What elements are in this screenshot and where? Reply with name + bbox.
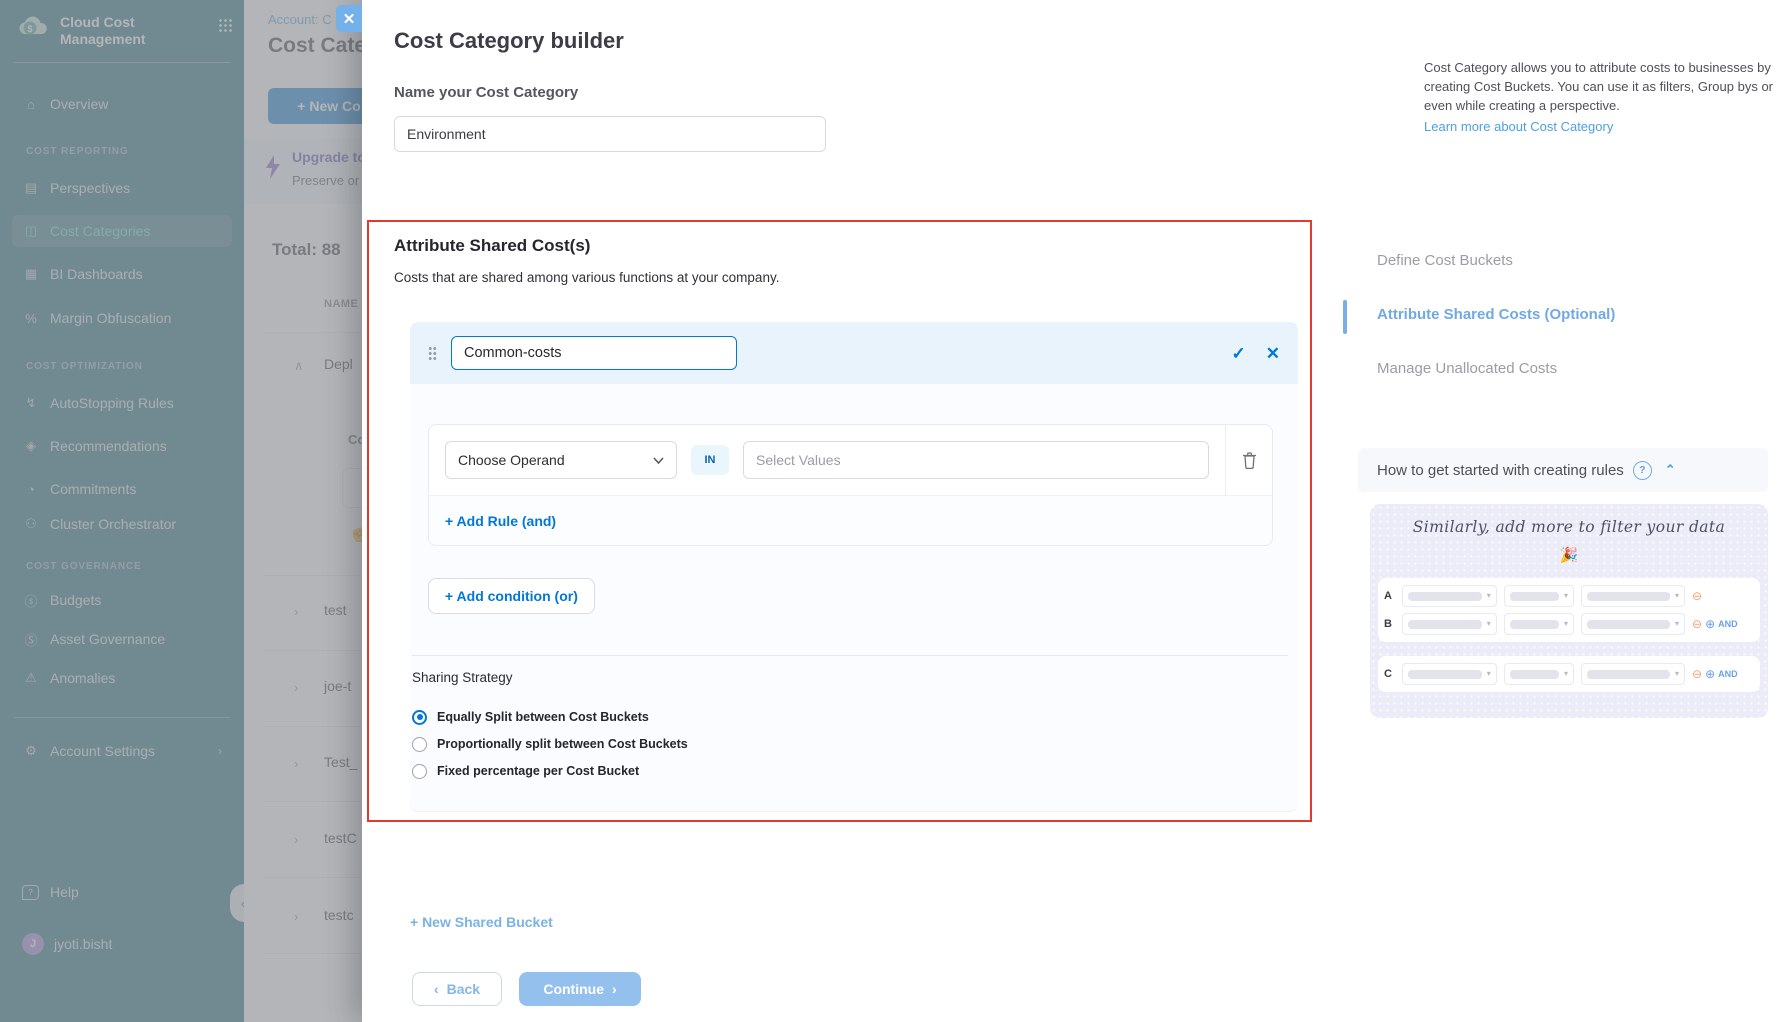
page-title: Cost Category builder — [394, 28, 624, 54]
chevron-right-icon: › — [612, 981, 617, 997]
caret-down-icon: ▾ — [1675, 620, 1679, 628]
divider — [412, 655, 1288, 656]
operand-select[interactable]: Choose Operand — [445, 441, 677, 479]
placeholder-select: ▾ — [1504, 663, 1574, 685]
minus-circle-icon: ⊖ — [1692, 618, 1702, 630]
how-to-header[interactable]: How to get started with creating rules ?… — [1358, 448, 1768, 492]
plus-circle-icon: ⊕ — [1705, 668, 1715, 680]
shared-costs-description: Costs that are shared among various func… — [394, 270, 779, 285]
placeholder-select: ▾ — [1581, 663, 1685, 685]
step-attribute-shared-costs[interactable]: Attribute Shared Costs (Optional) — [1377, 306, 1615, 323]
bucket-name-input[interactable] — [451, 336, 737, 370]
radio-icon[interactable] — [412, 737, 427, 752]
add-rule-button[interactable]: + Add Rule (and) — [445, 513, 556, 529]
illustration-row: A ▾ ▾ ▾ ⊖ — [1384, 582, 1754, 610]
active-step-indicator — [1343, 300, 1347, 334]
shared-costs-heading: Attribute Shared Cost(s) — [394, 236, 590, 256]
strategy-option-equal[interactable]: Equally Split between Cost Buckets — [412, 706, 649, 728]
and-label: AND — [1718, 619, 1738, 629]
minus-circle-icon: ⊖ — [1692, 668, 1702, 680]
add-condition-button[interactable]: + Add condition (or) — [428, 578, 595, 614]
chevron-down-icon — [653, 457, 664, 464]
operator-badge[interactable]: IN — [691, 445, 729, 475]
placeholder-select: ▾ — [1504, 585, 1574, 607]
placeholder-select: ▾ — [1402, 585, 1497, 607]
name-label: Name your Cost Category — [394, 84, 578, 101]
learn-more-link[interactable]: Learn more about Cost Category — [1424, 117, 1613, 136]
delete-rule-button[interactable] — [1225, 425, 1272, 495]
illustration-caption: Similarly, add more to filter your data — [1370, 518, 1768, 536]
caret-down-icon: ▾ — [1564, 620, 1568, 628]
bucket-body: Choose Operand IN Select Values + Add Ru… — [410, 384, 1298, 812]
placeholder-select: ▾ — [1402, 613, 1497, 635]
strategy-option-fixed[interactable]: Fixed percentage per Cost Bucket — [412, 760, 639, 782]
illustration-rule-group: A ▾ ▾ ▾ ⊖ B ▾ ▾ ▾ ⊖⊕AND — [1378, 578, 1760, 642]
shared-bucket-card: ✓ ✕ Choose Operand IN Select Values — [410, 322, 1298, 812]
caret-down-icon: ▾ — [1675, 592, 1679, 600]
caret-down-icon: ▾ — [1564, 670, 1568, 678]
back-button[interactable]: ‹ Back — [412, 972, 502, 1006]
placeholder-select: ▾ — [1504, 613, 1574, 635]
rules-illustration: Similarly, add more to filter your data … — [1370, 504, 1768, 718]
help-circle-icon[interactable]: ? — [1633, 461, 1652, 480]
illustration-row: B ▾ ▾ ▾ ⊖⊕AND — [1384, 610, 1754, 638]
trash-icon — [1242, 451, 1257, 469]
placeholder-select: ▾ — [1402, 663, 1497, 685]
party-popper-icon: 🎉 — [1370, 546, 1768, 564]
rule-card: Choose Operand IN Select Values + Add Ru… — [428, 424, 1273, 546]
placeholder-select: ▾ — [1581, 585, 1685, 607]
close-icon[interactable]: ✕ — [336, 5, 362, 32]
cost-category-name-input[interactable] — [394, 116, 826, 152]
and-label: AND — [1718, 669, 1738, 679]
drag-handle-icon[interactable] — [428, 346, 437, 361]
radio-icon[interactable] — [412, 764, 427, 779]
chevron-up-icon[interactable]: ⌃ — [1665, 462, 1676, 478]
strategy-option-proportional[interactable]: Proportionally split between Cost Bucket… — [412, 733, 688, 755]
bucket-header: ✓ ✕ — [410, 322, 1298, 384]
step-define-cost-buckets[interactable]: Define Cost Buckets — [1377, 252, 1513, 269]
illustration-rule-group: C ▾ ▾ ▾ ⊖⊕AND — [1378, 656, 1760, 692]
step-manage-unallocated-costs[interactable]: Manage Unallocated Costs — [1377, 360, 1557, 377]
illustration-row: C ▾ ▾ ▾ ⊖⊕AND — [1384, 660, 1754, 688]
values-input[interactable]: Select Values — [743, 441, 1209, 479]
info-text: Cost Category allows you to attribute co… — [1424, 58, 1776, 136]
caret-down-icon: ▾ — [1487, 670, 1491, 678]
minus-circle-icon: ⊖ — [1692, 590, 1702, 602]
cost-category-builder-modal: ✕ Cost Category builder Name your Cost C… — [362, 0, 1778, 1022]
chevron-left-icon: ‹ — [434, 981, 439, 997]
cancel-icon[interactable]: ✕ — [1266, 345, 1280, 362]
radio-selected-icon[interactable] — [412, 710, 427, 725]
sharing-strategy-label: Sharing Strategy — [412, 670, 513, 685]
placeholder-select: ▾ — [1581, 613, 1685, 635]
caret-down-icon: ▾ — [1487, 592, 1491, 600]
caret-down-icon: ▾ — [1487, 620, 1491, 628]
caret-down-icon: ▾ — [1564, 592, 1568, 600]
new-shared-bucket-button[interactable]: + New Shared Bucket — [410, 914, 553, 930]
continue-button[interactable]: Continue › — [519, 972, 641, 1006]
plus-circle-icon: ⊕ — [1705, 618, 1715, 630]
confirm-icon[interactable]: ✓ — [1232, 345, 1246, 362]
caret-down-icon: ▾ — [1675, 670, 1679, 678]
